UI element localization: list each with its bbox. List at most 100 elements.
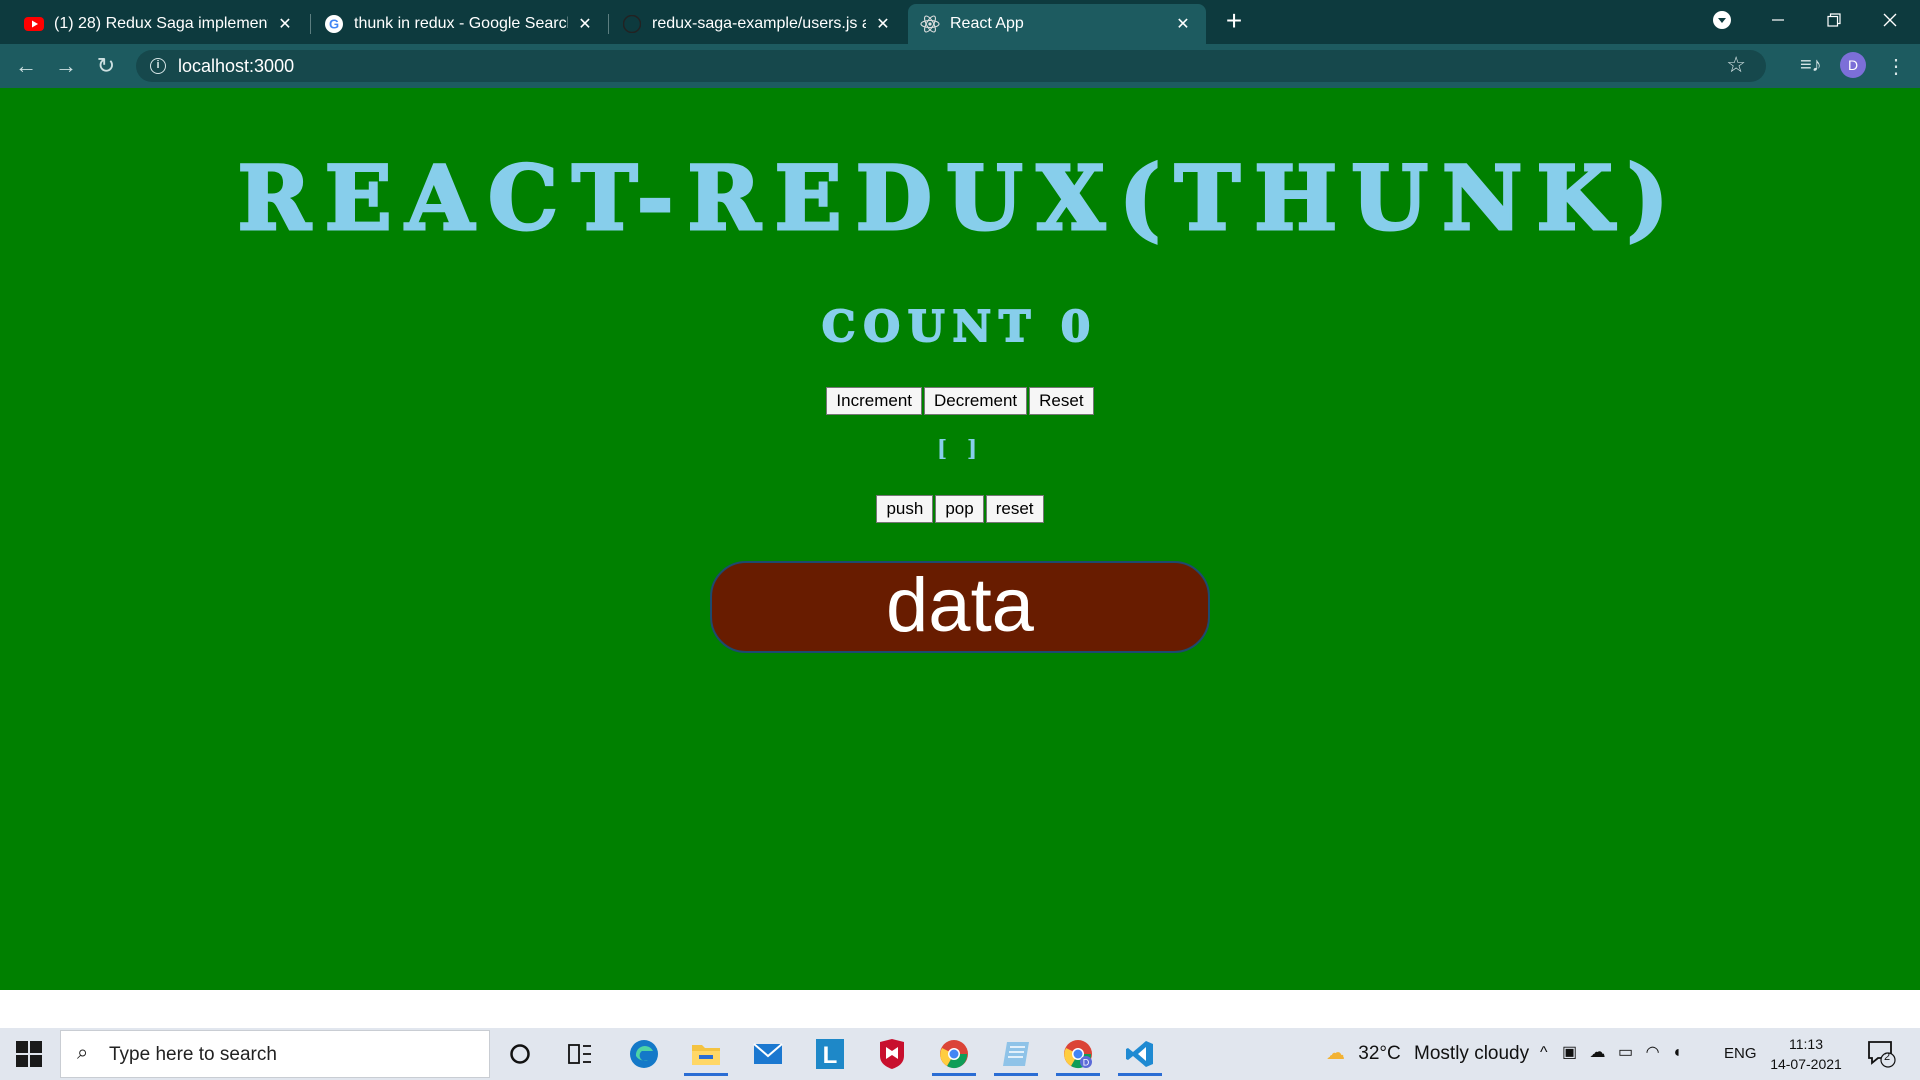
decrement-button[interactable]: Decrement: [924, 387, 1028, 415]
react-icon: [920, 14, 940, 34]
mail-icon: [753, 1043, 783, 1064]
new-tab-button[interactable]: +: [1218, 7, 1250, 36]
volume-icon[interactable]: ◖: [1672, 1044, 1682, 1061]
arrow-left-icon: ←: [15, 53, 37, 78]
vscode-icon: [1126, 1041, 1153, 1067]
edge-app[interactable]: [618, 1032, 670, 1076]
more-menu-icon[interactable]: ⋮: [1886, 54, 1906, 79]
mcafee-app[interactable]: [866, 1032, 918, 1076]
meet-now-icon[interactable]: ▣: [1562, 1044, 1577, 1061]
reset-array-button[interactable]: reset: [985, 495, 1044, 523]
browser-toolbar: ← → ↻ i localhost:3000 ☆ ≡♪: [0, 44, 1920, 88]
notepad-icon: [1003, 1042, 1029, 1066]
tab-separator: [310, 14, 311, 34]
arrow-right-icon: →: [55, 53, 77, 78]
clock-time: 11:13: [1789, 1036, 1823, 1052]
restore-button[interactable]: [1806, 0, 1862, 40]
task-view-button[interactable]: [554, 1032, 606, 1076]
chevron-up-icon[interactable]: ^: [1540, 1044, 1548, 1061]
browser-tabstrip: (1) 28) Redux Saga implementation ✕ G th…: [0, 0, 1920, 44]
file-explorer-app[interactable]: [680, 1032, 732, 1076]
tab-title: React App: [950, 15, 1024, 32]
pop-button[interactable]: pop: [935, 495, 984, 523]
cortana-circle-icon: [510, 1044, 530, 1064]
reset-count-button[interactable]: Reset: [1029, 387, 1094, 415]
l-app-icon: L: [816, 1039, 844, 1069]
windows-start-button[interactable]: [16, 1041, 42, 1067]
github-icon: [622, 14, 642, 34]
windows-taskbar: ⌕ Type here to search L D ☁ 32°C Mostly …: [0, 1028, 1920, 1080]
svg-text:L: L: [823, 1042, 838, 1069]
reload-icon: ↻: [96, 53, 116, 78]
notification-count: 2: [1884, 1051, 1891, 1063]
restore-icon: [1827, 13, 1841, 27]
forward-button[interactable]: →: [52, 52, 80, 80]
chrome-icon: D: [1064, 1040, 1092, 1069]
url-text[interactable]: localhost:3000: [178, 56, 294, 77]
lens-app[interactable]: L: [804, 1032, 856, 1076]
address-bar[interactable]: i localhost:3000 ☆: [136, 50, 1766, 82]
search-icon: ⌕: [77, 1042, 89, 1064]
close-window-button[interactable]: [1862, 0, 1918, 40]
task-view-icon: [568, 1044, 591, 1064]
bookmark-star-icon[interactable]: ☆: [1726, 52, 1746, 78]
tab-title: (1) 28) Redux Saga implementation: [54, 15, 268, 32]
svg-text:D: D: [1083, 1058, 1090, 1068]
site-info-icon[interactable]: i: [150, 58, 166, 74]
chrome-icon: [940, 1040, 968, 1069]
weather-widget[interactable]: ☁ 32°C Mostly cloudy: [1326, 1042, 1529, 1065]
increment-button[interactable]: Increment: [826, 387, 923, 415]
tab-github[interactable]: redux-saga-example/users.js at m ✕: [610, 4, 906, 44]
clock-date: 14-07-2021: [1770, 1056, 1842, 1072]
minimize-button[interactable]: [1750, 0, 1806, 40]
clock[interactable]: 11:13 14-07-2021: [1768, 1034, 1844, 1074]
media-control-icon[interactable]: ≡♪: [1800, 54, 1822, 77]
tab-youtube[interactable]: (1) 28) Redux Saga implementation ✕: [12, 4, 308, 44]
edge-icon: [630, 1040, 658, 1068]
tab-title: thunk in redux - Google Search: [354, 15, 568, 32]
minimize-icon: [1772, 19, 1784, 21]
cloud-sun-icon: ☁: [1326, 1043, 1345, 1064]
notepad-app[interactable]: [990, 1032, 1042, 1076]
array-buttons: push pop reset: [0, 495, 1920, 523]
close-icon[interactable]: ✕: [1172, 13, 1194, 35]
google-icon: G: [324, 14, 344, 34]
data-box: data: [710, 561, 1210, 653]
reload-button[interactable]: ↻: [92, 52, 120, 80]
notification-icon: [1868, 1041, 1896, 1068]
chrome-app-profile2[interactable]: D: [1052, 1032, 1104, 1076]
folder-icon: [692, 1045, 720, 1065]
search-placeholder: Type here to search: [109, 1044, 277, 1065]
tab-title: redux-saga-example/users.js at m: [652, 15, 866, 32]
mcafee-shield-icon: [880, 1039, 904, 1069]
svg-text:G: G: [329, 17, 339, 32]
taskbar-search-box[interactable]: ⌕ Type here to search: [60, 1030, 490, 1078]
wifi-icon[interactable]: ◠: [1646, 1044, 1660, 1061]
youtube-icon: [24, 14, 44, 34]
weather-condition: Mostly cloudy: [1414, 1043, 1530, 1064]
tab-react-app[interactable]: React App ✕: [908, 4, 1206, 44]
tab-google-search[interactable]: G thunk in redux - Google Search ✕: [312, 4, 608, 44]
close-icon[interactable]: ✕: [574, 13, 596, 35]
windows-logo-icon: [16, 1041, 28, 1053]
mail-app[interactable]: [742, 1032, 794, 1076]
page-title: REACT-REDUX(THUNK): [236, 146, 1683, 250]
back-button[interactable]: ←: [12, 52, 40, 80]
react-app-page: REACT-REDUX(THUNK) COUNT 0 Increment Dec…: [0, 88, 1920, 990]
battery-icon[interactable]: ▭: [1618, 1044, 1633, 1061]
network-app-icon[interactable]: ☁: [1590, 1044, 1606, 1061]
profile-avatar[interactable]: D: [1840, 52, 1866, 78]
chrome-app-profile1[interactable]: [928, 1032, 980, 1076]
vscode-app[interactable]: [1114, 1032, 1166, 1076]
count-display: COUNT 0: [821, 301, 1099, 352]
close-icon[interactable]: ✕: [274, 13, 296, 35]
counter-buttons: Increment Decrement Reset: [0, 387, 1920, 415]
chevron-down-icon: [1713, 11, 1731, 29]
cortana-button[interactable]: [494, 1032, 546, 1076]
push-button[interactable]: push: [876, 495, 934, 523]
language-indicator[interactable]: ENG: [1724, 1045, 1757, 1062]
weather-temp: 32°C: [1358, 1043, 1401, 1064]
close-icon[interactable]: ✕: [872, 13, 894, 35]
tab-search-button[interactable]: [1694, 0, 1750, 40]
notification-center-button[interactable]: 2: [1866, 1038, 1896, 1074]
